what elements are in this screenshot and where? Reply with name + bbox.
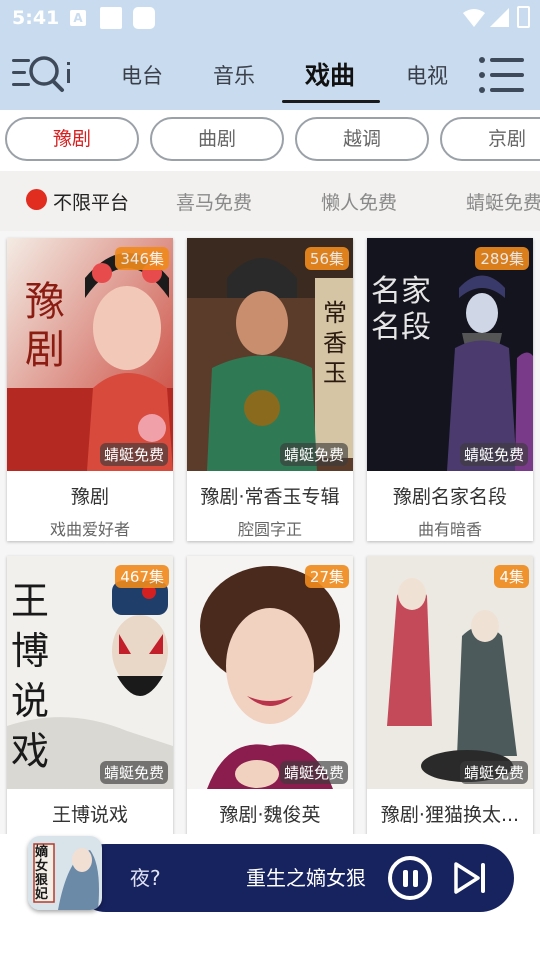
pause-icon-bar	[413, 870, 418, 887]
cover-title: 王博说戏	[11, 579, 50, 773]
menu-icon[interactable]	[478, 55, 526, 95]
notification-square-icon	[100, 7, 122, 29]
cover-title: 豫剧	[25, 279, 65, 373]
episode-count-badge: 4集	[494, 565, 529, 588]
platform-filter: 不限平台 喜马免费 懒人免费 蜻蜓免费	[0, 171, 540, 231]
genre-pill-yuediao[interactable]: 越调	[295, 117, 429, 161]
album-card[interactable]: 王博说戏 467集 蜻蜓免费 王博说戏	[7, 556, 173, 834]
notification-a-icon: A	[70, 10, 86, 26]
signal-icon	[490, 8, 509, 27]
battery-icon	[517, 6, 530, 28]
genre-pill-yuju[interactable]: 豫剧	[5, 117, 139, 161]
album-grid: 豫剧 346集 蜻蜓免费 豫剧 戏曲爱好者 常香玉 56集 蜻蜓免费 豫剧·常香…	[0, 231, 540, 834]
tab-tv[interactable]: 电视	[406, 60, 448, 90]
now-playing-title: 重生之嫡女狠妃	[246, 866, 366, 890]
album-cover: 4集 蜻蜓免费	[367, 556, 533, 789]
free-platform-badge: 蜻蜓免费	[459, 443, 528, 466]
tab-opera[interactable]: 戏曲	[305, 56, 355, 92]
cover-title: 常香玉	[323, 299, 347, 387]
pause-button[interactable]	[388, 856, 432, 900]
platform-ximalaya[interactable]: 喜马免费	[176, 188, 252, 215]
pause-icon-bar	[403, 870, 408, 887]
wifi-icon	[463, 9, 485, 27]
genre-pill-jingju[interactable]: 京剧	[440, 117, 540, 161]
episode-count-badge: 289集	[475, 247, 529, 270]
next-track-icon[interactable]	[450, 860, 490, 896]
search-menu-icon[interactable]	[10, 52, 78, 96]
status-bar: 5:41 A	[0, 0, 540, 38]
player-scroll-text-tail: 夜?	[130, 866, 161, 890]
platform-all[interactable]: 不限平台	[53, 188, 129, 215]
platform-lanren[interactable]: 懒人免费	[321, 188, 397, 215]
album-subtitle: 戏曲爱好者	[49, 520, 130, 539]
album-cover: 常香玉 56集 蜻蜓免费	[187, 238, 353, 471]
album-cover: 27集 蜻蜓免费	[187, 556, 353, 789]
album-card[interactable]: 4集 蜻蜓免费 豫剧·狸猫换太...	[367, 556, 533, 834]
album-card[interactable]: 27集 蜻蜓免费 豫剧·魏俊英	[187, 556, 353, 834]
album-subtitle: 腔圆字正	[237, 520, 302, 539]
free-platform-badge: 蜻蜓免费	[279, 761, 348, 784]
album-title: 豫剧名家名段	[392, 486, 507, 508]
now-playing-cover[interactable]: 嫡女狠妃	[28, 836, 102, 910]
episode-count-badge: 467集	[115, 565, 169, 588]
album-subtitle: 曲有暗香	[417, 520, 482, 539]
album-title: 豫剧·狸猫换太...	[380, 804, 520, 826]
free-platform-badge: 蜻蜓免费	[99, 443, 168, 466]
album-card[interactable]: 名家名段 289集 蜻蜓免费 豫剧名家名段 曲有暗香	[367, 238, 533, 541]
free-platform-badge: 蜻蜓免费	[99, 761, 168, 784]
genre-pills: 豫剧 曲剧 越调 京剧	[0, 110, 540, 170]
episode-count-badge: 346集	[115, 247, 169, 270]
mini-player[interactable]: 夜? 重生之嫡女狠妃	[72, 844, 514, 912]
status-time: 5:41	[12, 7, 60, 29]
platform-selected-dot	[26, 189, 47, 210]
tab-radio[interactable]: 电台	[121, 60, 163, 90]
album-cover: 豫剧 346集 蜻蜓免费	[7, 238, 173, 471]
genre-pill-quju[interactable]: 曲剧	[150, 117, 284, 161]
album-card[interactable]: 豫剧 346集 蜻蜓免费 豫剧 戏曲爱好者	[7, 238, 173, 541]
album-title: 豫剧·魏俊英	[219, 804, 321, 826]
notification-rounded-icon	[133, 7, 155, 29]
album-cover: 名家名段 289集 蜻蜓免费	[367, 238, 533, 471]
album-title: 豫剧	[70, 486, 109, 508]
album-title: 王博说戏	[51, 804, 128, 826]
episode-count-badge: 27集	[304, 565, 349, 588]
platform-qingting[interactable]: 蜻蜓免费	[466, 188, 540, 215]
tab-music[interactable]: 音乐	[213, 60, 255, 90]
active-tab-indicator	[282, 100, 380, 103]
header: 电台 音乐 戏曲 电视	[0, 40, 540, 110]
album-title: 豫剧·常香玉专辑	[200, 486, 340, 508]
episode-count-badge: 56集	[304, 247, 349, 270]
free-platform-badge: 蜻蜓免费	[459, 761, 528, 784]
cover-title: 嫡女狠妃	[35, 845, 49, 902]
album-card[interactable]: 常香玉 56集 蜻蜓免费 豫剧·常香玉专辑 腔圆字正	[187, 238, 353, 541]
album-cover: 王博说戏 467集 蜻蜓免费	[7, 556, 173, 789]
free-platform-badge: 蜻蜓免费	[279, 443, 348, 466]
cover-title: 名家名段	[371, 274, 431, 345]
